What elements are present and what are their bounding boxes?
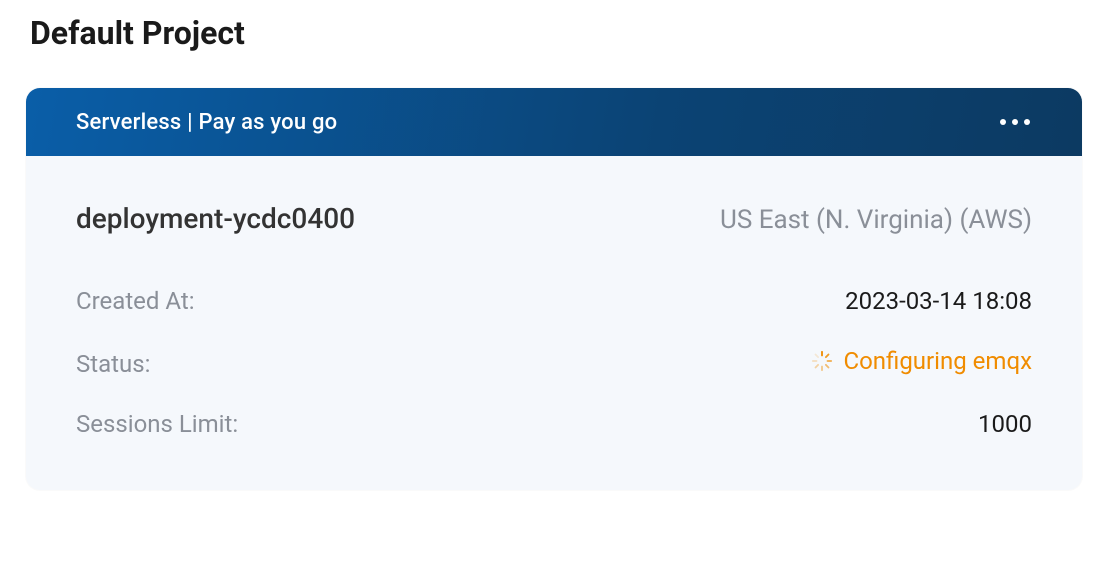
page-title: Default Project <box>30 14 1108 52</box>
status-row: Status: <box>76 347 1032 378</box>
sessions-limit-row: Sessions Limit: 1000 <box>76 410 1032 438</box>
sessions-limit-value: 1000 <box>978 410 1032 438</box>
created-at-row: Created At: 2023-03-14 18:08 <box>76 287 1032 315</box>
deployment-title-row: deployment-ycdc0400 US East (N. Virginia… <box>76 202 1032 235</box>
more-horizontal-icon <box>1000 119 1030 125</box>
card-header: Serverless | Pay as you go <box>26 88 1082 156</box>
created-at-label: Created At: <box>76 287 195 315</box>
status-text: Configuring emqx <box>843 347 1032 375</box>
deployment-region: US East (N. Virginia) (AWS) <box>720 205 1032 235</box>
deployment-name: deployment-ycdc0400 <box>76 202 355 235</box>
spinner-icon <box>811 350 833 372</box>
sessions-limit-label: Sessions Limit: <box>76 410 238 438</box>
status-label: Status: <box>76 350 150 378</box>
card-body: deployment-ycdc0400 US East (N. Virginia… <box>26 156 1082 490</box>
plan-label: Serverless | Pay as you go <box>76 110 337 135</box>
status-value-wrap: Configuring emqx <box>811 347 1032 375</box>
more-button[interactable] <box>992 111 1038 133</box>
created-at-value: 2023-03-14 18:08 <box>845 287 1032 315</box>
deployment-card: Serverless | Pay as you go deployment-yc… <box>26 88 1082 490</box>
